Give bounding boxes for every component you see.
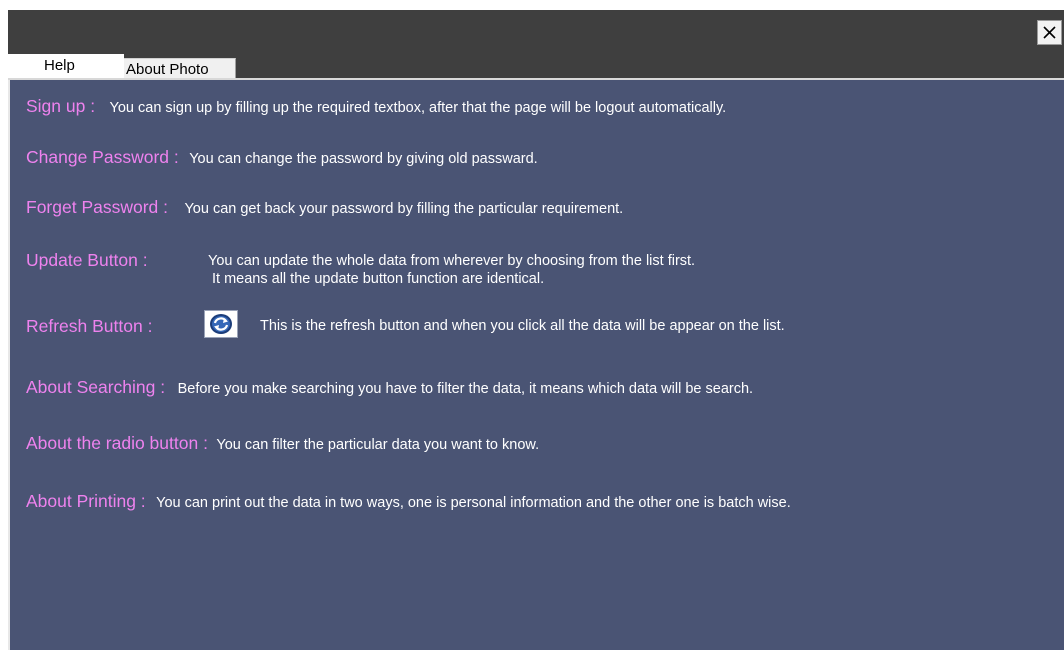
close-button[interactable] <box>1037 20 1062 45</box>
help-item-description: You can sign up by filling up the requir… <box>109 100 727 116</box>
help-item-description: You can filter the particular data you w… <box>216 437 540 453</box>
description-line: You can update the whole data from where… <box>208 253 696 269</box>
help-window: Help About Photo Sign up : You can sign … <box>8 10 1064 650</box>
help-item-label: Refresh Button : <box>26 316 153 336</box>
refresh-icon <box>204 310 238 338</box>
description-line: It means all the update button function … <box>212 271 545 287</box>
help-item-label: Sign up : <box>26 96 96 116</box>
help-item-forget-password: Forget Password : You can get back your … <box>26 197 623 218</box>
help-item-label: Forget Password : <box>26 197 168 217</box>
panel-border <box>8 80 10 650</box>
help-item-about-radio-button: About the radio button : You can filter … <box>26 433 539 454</box>
help-item-label: Update Button : <box>26 250 148 270</box>
title-bar: Help About Photo <box>8 10 1064 80</box>
help-item-update-button: Update Button : <box>26 250 148 271</box>
help-item-label: About the radio button : <box>26 433 208 453</box>
help-item-description: This is the refresh button and when you … <box>260 318 785 334</box>
help-item-about-printing: About Printing : You can print out the d… <box>26 491 791 512</box>
help-item-description: Before you make searching you have to fi… <box>177 381 754 397</box>
tab-strip: Help About Photo <box>8 54 1064 80</box>
help-item-description: You can print out the data in two ways, … <box>156 495 791 511</box>
tab-divider <box>8 78 1064 80</box>
tab-help[interactable]: Help <box>8 54 124 78</box>
help-item-description: You can update the whole data from where… <box>208 252 695 288</box>
close-icon <box>1043 26 1056 39</box>
tab-about-photo[interactable]: About Photo <box>124 58 236 80</box>
help-item-label: About Printing : <box>26 491 146 511</box>
refresh-glyph <box>210 314 232 334</box>
help-item-sign-up: Sign up : You can sign up by filling up … <box>26 96 726 117</box>
help-item-label: Change Password : <box>26 147 179 167</box>
help-item-change-password: Change Password : You can change the pas… <box>26 147 538 168</box>
help-item-description: You can get back your password by fillin… <box>184 201 624 217</box>
help-item-refresh-button: Refresh Button : <box>26 316 152 337</box>
help-item-label: About Searching : <box>26 377 166 397</box>
help-item-description: You can change the password by giving ol… <box>189 151 538 167</box>
help-item-about-searching: About Searching : Before you make search… <box>26 377 753 398</box>
